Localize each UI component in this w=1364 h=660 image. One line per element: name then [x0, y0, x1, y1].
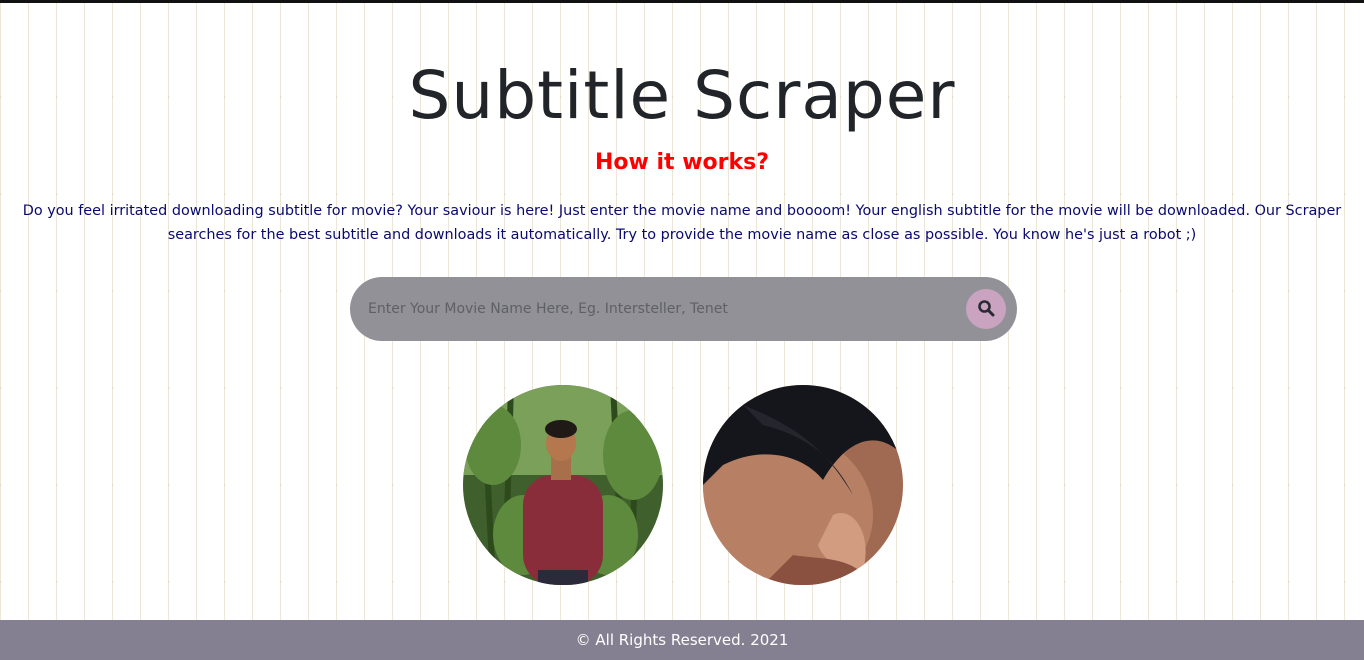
footer: © All Rights Reserved. 2021 — [0, 620, 1364, 660]
top-border — [0, 0, 1364, 3]
search-button[interactable] — [966, 289, 1006, 329]
search-icon — [977, 299, 995, 320]
description-text: Do you feel irritated downloading subtit… — [22, 203, 1342, 243]
movie-search-input[interactable] — [368, 294, 948, 324]
avatar — [463, 385, 663, 585]
avatar — [703, 385, 903, 585]
page-title: Subtitle Scraper — [408, 57, 956, 134]
how-it-works-heading: How it works? — [594, 150, 769, 175]
copyright-text: © All Rights Reserved. 2021 — [575, 631, 789, 649]
search-bar — [350, 277, 1017, 341]
